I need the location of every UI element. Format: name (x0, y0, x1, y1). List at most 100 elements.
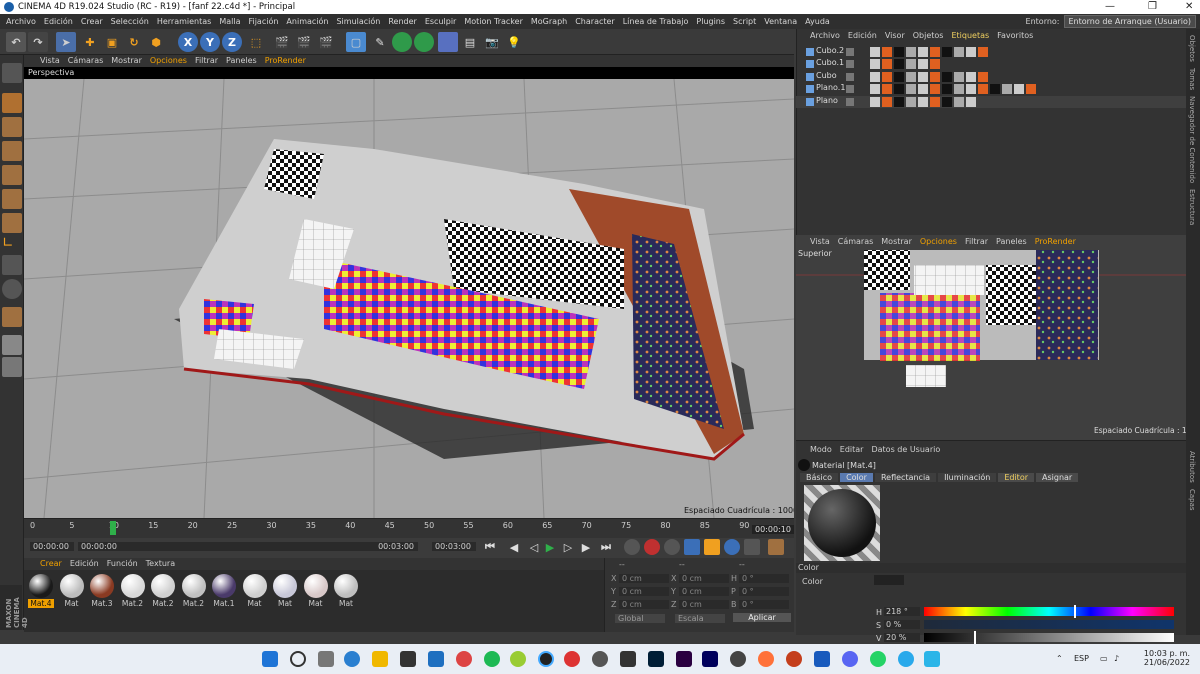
powerpoint-icon[interactable] (786, 651, 802, 667)
scale-key-icon[interactable] (704, 539, 720, 555)
material-tag-icon[interactable] (894, 59, 904, 70)
material-tag-icon[interactable] (930, 84, 940, 95)
points-mode-icon[interactable] (2, 165, 22, 185)
hue-slider[interactable] (924, 607, 1174, 616)
language-indicator[interactable]: ESP (1074, 654, 1089, 663)
menu-item[interactable]: Herramientas (157, 17, 212, 26)
attribute-tab[interactable]: Asignar (1036, 473, 1079, 482)
material-tag-icon[interactable] (978, 84, 988, 95)
move-icon[interactable]: ✚ (80, 32, 100, 52)
material-tag-icon[interactable] (870, 47, 880, 57)
solo-icon[interactable] (2, 357, 22, 377)
material-tag-icon[interactable] (882, 71, 892, 82)
axis-mode-icon[interactable]: ∟ (2, 235, 22, 255)
saturation-slider[interactable] (924, 620, 1174, 629)
material-tag-icon[interactable] (870, 84, 880, 95)
premiere-icon[interactable] (676, 651, 692, 667)
material-tag-icon[interactable] (966, 96, 976, 107)
material-tag-icon[interactable] (930, 47, 940, 57)
material-tag-icon[interactable] (942, 71, 952, 82)
next-frame-icon[interactable]: ▷ (560, 539, 576, 555)
object-row[interactable]: Cubo.2 (796, 46, 1186, 58)
coord-value-field[interactable]: 0 ° (739, 600, 789, 609)
scale-icon[interactable]: ▣ (102, 32, 122, 52)
visibility-toggle-icon[interactable] (846, 60, 854, 69)
snap-icon[interactable] (2, 279, 22, 299)
material-tag-icon[interactable] (918, 47, 928, 57)
menu-item[interactable]: Render (388, 17, 416, 26)
material-menu-item[interactable]: Función (107, 558, 138, 570)
material-swatch[interactable]: Mat (333, 574, 359, 612)
material-tag-icon[interactable] (942, 47, 952, 57)
app-icon[interactable] (510, 651, 526, 667)
material-swatch[interactable]: Mat (272, 574, 298, 612)
scale-dropdown[interactable]: Escala (675, 614, 725, 623)
top-view-menu-item[interactable]: Cámaras (838, 237, 874, 246)
material-tag-icon[interactable] (978, 47, 988, 57)
layout-dropdown[interactable]: Entorno de Arranque (Usuario) (1063, 15, 1196, 28)
edge-icon[interactable] (344, 651, 360, 667)
material-swatch[interactable]: Mat.1 (211, 574, 237, 612)
material-tag-icon[interactable] (894, 96, 904, 107)
material-tag-icon[interactable] (906, 84, 916, 95)
menu-item[interactable]: Character (575, 17, 615, 26)
material-tag-icon[interactable] (966, 71, 976, 82)
viewport-menu-item[interactable]: Filtrar (195, 55, 218, 67)
timeline-icon[interactable] (768, 539, 784, 555)
material-tag-icon[interactable] (1014, 84, 1024, 95)
h-value[interactable]: 218 ° (884, 607, 920, 616)
attribute-tab[interactable]: Color (840, 473, 873, 482)
time-range-bar[interactable]: 00:00:00 00:03:00 (78, 542, 418, 551)
apply-button[interactable]: Aplicar (733, 613, 791, 622)
top-view-menu-item[interactable]: Vista (810, 237, 830, 246)
material-tag-icon[interactable] (918, 71, 928, 82)
close-icon[interactable]: ✕ (1185, 1, 1193, 12)
hue-marker[interactable] (1074, 605, 1076, 618)
menu-item[interactable]: Animación (286, 17, 328, 26)
end-time[interactable]: 00:03:00 (432, 542, 476, 551)
material-tag-icon[interactable] (882, 84, 892, 95)
array-icon[interactable] (414, 32, 434, 52)
menu-item[interactable]: Crear (81, 17, 103, 26)
material-tag-icon[interactable] (966, 84, 976, 95)
material-tag-icon[interactable] (882, 47, 892, 57)
coord-value-field[interactable]: 0 cm (679, 600, 729, 609)
material-swatch[interactable]: Mat (59, 574, 85, 612)
side-tab[interactable]: Atributos (1188, 451, 1196, 483)
clock[interactable]: 10:03 p. m. 21/06/2022 (1140, 649, 1190, 667)
param-key-icon[interactable] (744, 539, 760, 555)
top-view-menu-item[interactable]: ProRender (1035, 237, 1076, 246)
menu-item[interactable]: Ventana (764, 17, 797, 26)
chrome-icon[interactable] (456, 651, 472, 667)
material-tag-icon[interactable] (942, 84, 952, 95)
menu-item[interactable]: Edición (44, 17, 73, 26)
material-tag-icon[interactable] (918, 96, 928, 107)
material-tag-icon[interactable] (906, 47, 916, 57)
value-slider[interactable] (924, 633, 1174, 642)
rotate-icon[interactable]: ↻ (124, 32, 144, 52)
coord-value-field[interactable]: 0 ° (739, 574, 789, 583)
whatsapp-icon[interactable] (870, 651, 886, 667)
material-tag-icon[interactable] (990, 84, 1000, 95)
prev-frame-icon[interactable]: ◁ (526, 539, 542, 555)
z-axis-button[interactable]: Z (222, 32, 242, 52)
coord-value-field[interactable]: 0 ° (739, 587, 789, 596)
app6-icon[interactable] (924, 651, 940, 667)
material-swatch[interactable]: Mat.4 (28, 574, 54, 612)
recent-tools-icon[interactable]: ⬢ (146, 32, 166, 52)
object-menu-item[interactable]: Archivo (810, 31, 840, 40)
playhead[interactable] (110, 521, 116, 535)
material-swatch[interactable]: Mat (242, 574, 268, 612)
object-menu-item[interactable]: Etiquetas (951, 31, 989, 40)
subdivision-icon[interactable] (392, 32, 412, 52)
material-menu-item[interactable]: Textura (146, 558, 175, 570)
material-tag-icon[interactable] (870, 96, 880, 107)
material-tag-icon[interactable] (906, 96, 916, 107)
material-tag-icon[interactable] (954, 71, 964, 82)
color-swatch[interactable] (874, 575, 904, 585)
material-tag-icon[interactable] (930, 96, 940, 107)
visibility-toggle-icon[interactable] (846, 48, 854, 56)
coord-value-field[interactable]: 0 cm (679, 587, 729, 596)
v-value[interactable]: 20 % (884, 633, 920, 642)
viewport-menu-item[interactable]: ProRender (265, 55, 306, 67)
